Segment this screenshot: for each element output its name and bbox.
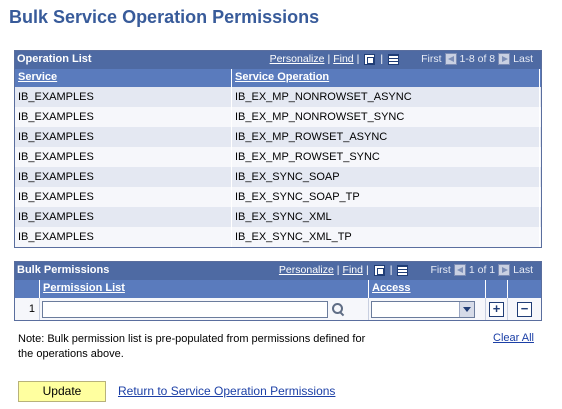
- table-row: IB_EXAMPLES IB_EX_SYNC_XML_TP: [15, 227, 541, 247]
- next-arrow-icon[interactable]: [498, 264, 511, 276]
- access-column-header[interactable]: Access: [369, 280, 486, 298]
- find-link[interactable]: Find: [333, 53, 353, 65]
- find-link[interactable]: Find: [343, 264, 363, 276]
- table-row: IB_EXAMPLES IB_EX_MP_ROWSET_SYNC: [15, 147, 541, 167]
- service-cell: IB_EXAMPLES: [15, 207, 232, 227]
- last-label: Last: [513, 53, 533, 65]
- delete-cell: −: [508, 298, 541, 320]
- table-row: IB_EXAMPLES IB_EX_MP_NONROWSET_ASYNC: [15, 87, 541, 107]
- chevron-down-icon[interactable]: [459, 301, 474, 317]
- last-label: Last: [513, 264, 533, 276]
- row-range: 1 of 1: [468, 264, 496, 276]
- bulk-permissions-column-header: Permission List Access: [15, 280, 541, 298]
- service-cell: IB_EXAMPLES: [15, 127, 232, 147]
- table-row: 1 + −: [15, 298, 541, 320]
- operation-cell: IB_EX_MP_ROWSET_ASYNC: [232, 127, 540, 147]
- separator: |: [380, 53, 384, 65]
- operation-list-navbar: Personalize | Find | | First 1-8 of 8 La…: [270, 53, 533, 65]
- lookup-search-icon[interactable]: [331, 302, 345, 316]
- separator: |: [336, 264, 340, 276]
- permission-list-cell: [40, 298, 369, 320]
- access-cell: [369, 298, 486, 320]
- return-link[interactable]: Return to Service Operation Permissions: [118, 384, 335, 398]
- operation-cell: IB_EX_MP_NONROWSET_SYNC: [232, 107, 540, 127]
- service-column-header[interactable]: Service: [15, 69, 232, 87]
- add-column-header: [486, 280, 508, 298]
- previous-arrow-icon[interactable]: [444, 53, 457, 65]
- next-arrow-icon[interactable]: [498, 53, 511, 65]
- first-label: First: [421, 53, 442, 65]
- separator: |: [327, 53, 331, 65]
- delete-row-button[interactable]: −: [517, 301, 532, 317]
- page-title: Bulk Service Operation Permissions: [9, 7, 320, 27]
- service-cell: IB_EXAMPLES: [15, 227, 232, 247]
- personalize-link[interactable]: Personalize: [279, 264, 334, 276]
- update-button[interactable]: Update: [18, 381, 106, 402]
- view-all-icon[interactable]: [373, 264, 385, 276]
- separator: |: [389, 264, 393, 276]
- operation-cell: IB_EX_SYNC_SOAP_TP: [232, 187, 540, 207]
- add-row-button[interactable]: +: [489, 301, 504, 317]
- operation-cell: IB_EX_SYNC_XML: [232, 207, 540, 227]
- row-number: 1: [15, 298, 40, 320]
- operation-list-column-header: Service Service Operation: [15, 69, 541, 87]
- table-row: IB_EXAMPLES IB_EX_SYNC_SOAP: [15, 167, 541, 187]
- table-row: IB_EXAMPLES IB_EX_SYNC_SOAP_TP: [15, 187, 541, 207]
- operation-list-grid: Operation List Personalize | Find | | Fi…: [14, 50, 542, 248]
- operation-cell: IB_EX_SYNC_XML_TP: [232, 227, 540, 247]
- access-header-label[interactable]: Access: [372, 282, 411, 294]
- row-number-header: [15, 280, 40, 298]
- row-range: 1-8 of 8: [459, 53, 496, 65]
- service-cell: IB_EXAMPLES: [15, 187, 232, 207]
- service-operation-column-header[interactable]: Service Operation: [232, 69, 540, 87]
- table-row: IB_EXAMPLES IB_EX_MP_ROWSET_ASYNC: [15, 127, 541, 147]
- service-cell: IB_EXAMPLES: [15, 107, 232, 127]
- permission-list-input[interactable]: [42, 300, 328, 318]
- operation-cell: IB_EX_SYNC_SOAP: [232, 167, 540, 187]
- delete-column-header: [508, 280, 541, 298]
- first-label: First: [430, 264, 451, 276]
- download-icon[interactable]: [388, 53, 400, 65]
- operation-cell: IB_EX_MP_ROWSET_SYNC: [232, 147, 540, 167]
- service-cell: IB_EXAMPLES: [15, 147, 232, 167]
- bulk-permissions-title: Bulk Permissions: [17, 264, 110, 276]
- bulk-permissions-header: Bulk Permissions Personalize | Find | | …: [15, 262, 541, 280]
- view-all-icon[interactable]: [364, 53, 376, 65]
- permission-list-column-header[interactable]: Permission List: [40, 280, 369, 298]
- table-row: IB_EXAMPLES IB_EX_MP_NONROWSET_SYNC: [15, 107, 541, 127]
- table-row: IB_EXAMPLES IB_EX_SYNC_XML: [15, 207, 541, 227]
- download-icon[interactable]: [397, 264, 409, 276]
- service-cell: IB_EXAMPLES: [15, 87, 232, 107]
- bulk-permissions-navbar: Personalize | Find | | First 1 of 1 Last: [279, 264, 533, 276]
- operation-list-header: Operation List Personalize | Find | | Fi…: [15, 51, 541, 69]
- service-cell: IB_EXAMPLES: [15, 167, 232, 187]
- add-cell: +: [486, 298, 508, 320]
- bulk-permissions-grid: Bulk Permissions Personalize | Find | | …: [14, 261, 542, 321]
- operation-list-title: Operation List: [17, 53, 92, 65]
- operation-cell: IB_EX_MP_NONROWSET_ASYNC: [232, 87, 540, 107]
- separator: |: [365, 264, 369, 276]
- clear-all-link[interactable]: Clear All: [493, 332, 534, 344]
- access-select[interactable]: [371, 300, 475, 318]
- personalize-link[interactable]: Personalize: [270, 53, 325, 65]
- note-text: Note: Bulk permission list is pre-popula…: [18, 333, 366, 360]
- separator: |: [356, 53, 360, 65]
- permission-list-header-label[interactable]: Permission List: [43, 282, 125, 294]
- previous-arrow-icon[interactable]: [453, 264, 466, 276]
